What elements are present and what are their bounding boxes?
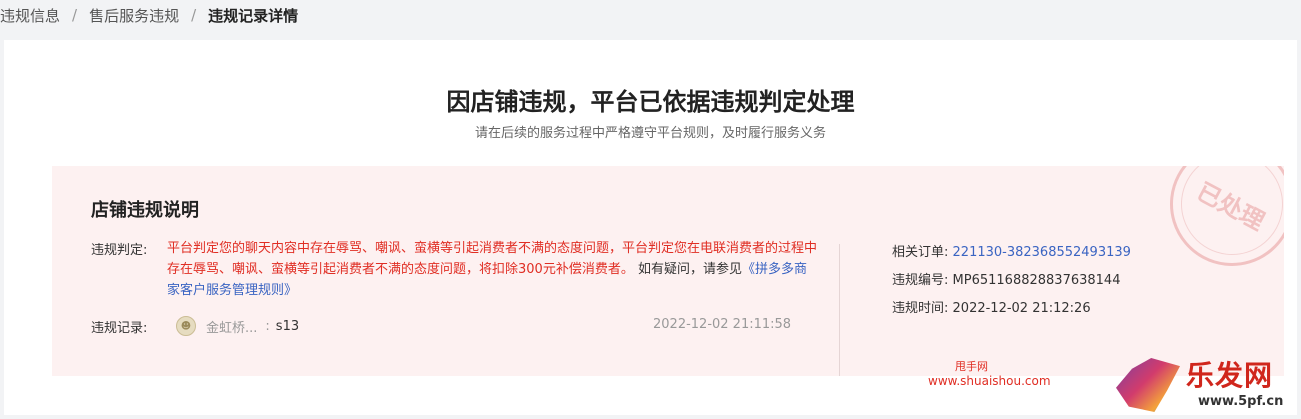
judgement-tail: 如有疑问，请参见 — [637, 262, 742, 277]
breadcrumb-item-after-sales[interactable]: 售后服务违规 — [89, 5, 179, 26]
record-colon: : — [265, 318, 270, 334]
breadcrumb-separator: / — [191, 6, 197, 24]
time-row: 违规时间: 2022-12-02 21:12:26 — [892, 297, 1091, 316]
processed-stamp: 已处理 — [1148, 166, 1284, 288]
judgement-description: 平台判定您的聊天内容中存在辱骂、嘲讽、蛮横等引起消费者不满的态度问题，平台判定您… — [167, 238, 817, 301]
breadcrumb-item-current: 违规记录详情 — [208, 6, 299, 25]
page-subtitle: 请在后续的服务过程中严格遵守平台规则，及时履行服务义务 — [474, 126, 826, 141]
order-link[interactable]: 221130-382368552493139 — [953, 245, 1131, 260]
panel-title: 店铺违规说明 — [91, 200, 199, 221]
record-name: 金虹桥... — [206, 320, 258, 336]
stamp-text: 已处理 — [1192, 176, 1270, 236]
violation-panel: 已处理 店铺违规说明 违规判定: 平台判定您的聊天内容中存在辱骂、嘲讽、蛮横等引… — [52, 166, 1284, 376]
record-message: s13 — [275, 318, 300, 334]
order-row: 相关订单: 221130-382368552493139 — [892, 241, 1131, 260]
divider — [839, 244, 840, 376]
watermark-site-name: 甩手网 — [955, 360, 988, 373]
avatar: ☻ — [176, 316, 196, 336]
bull-logo-icon — [1116, 358, 1180, 412]
record-label: 违规记录: — [91, 321, 148, 336]
code-row: 违规编号: MP651168828837638144 — [892, 269, 1120, 288]
code-label: 违规编号: — [892, 273, 949, 288]
order-label: 相关订单: — [892, 245, 949, 260]
watermark-brand-url: www.5pf.cn — [1198, 394, 1284, 409]
detail-card: 因店铺违规，平台已依据违规判定处理 请在后续的服务过程中严格遵守平台规则，及时履… — [4, 40, 1297, 415]
judgement-label: 违规判定: — [91, 243, 148, 258]
time-value: 2022-12-02 21:12:26 — [952, 301, 1091, 316]
code-value: MP651168828837638144 — [952, 273, 1121, 288]
breadcrumb-separator: / — [72, 6, 78, 24]
time-label: 违规时间: — [892, 301, 949, 316]
watermark-site-url: www.shuaishou.com — [928, 374, 1051, 388]
breadcrumb-item-violation-info[interactable]: 违规信息 — [0, 5, 60, 26]
watermark-logo: 乐发网 www.5pf.cn — [1112, 352, 1298, 418]
breadcrumb: 违规信息 / 售后服务违规 / 违规记录详情 — [0, 0, 298, 30]
watermark-brand: 乐发网 — [1186, 359, 1274, 392]
record-time: 2022-12-02 21:11:58 — [653, 317, 792, 332]
page-title: 因店铺违规，平台已依据违规判定处理 — [446, 88, 855, 116]
violation-record: ☻ 金虹桥... : s13 — [176, 316, 299, 336]
